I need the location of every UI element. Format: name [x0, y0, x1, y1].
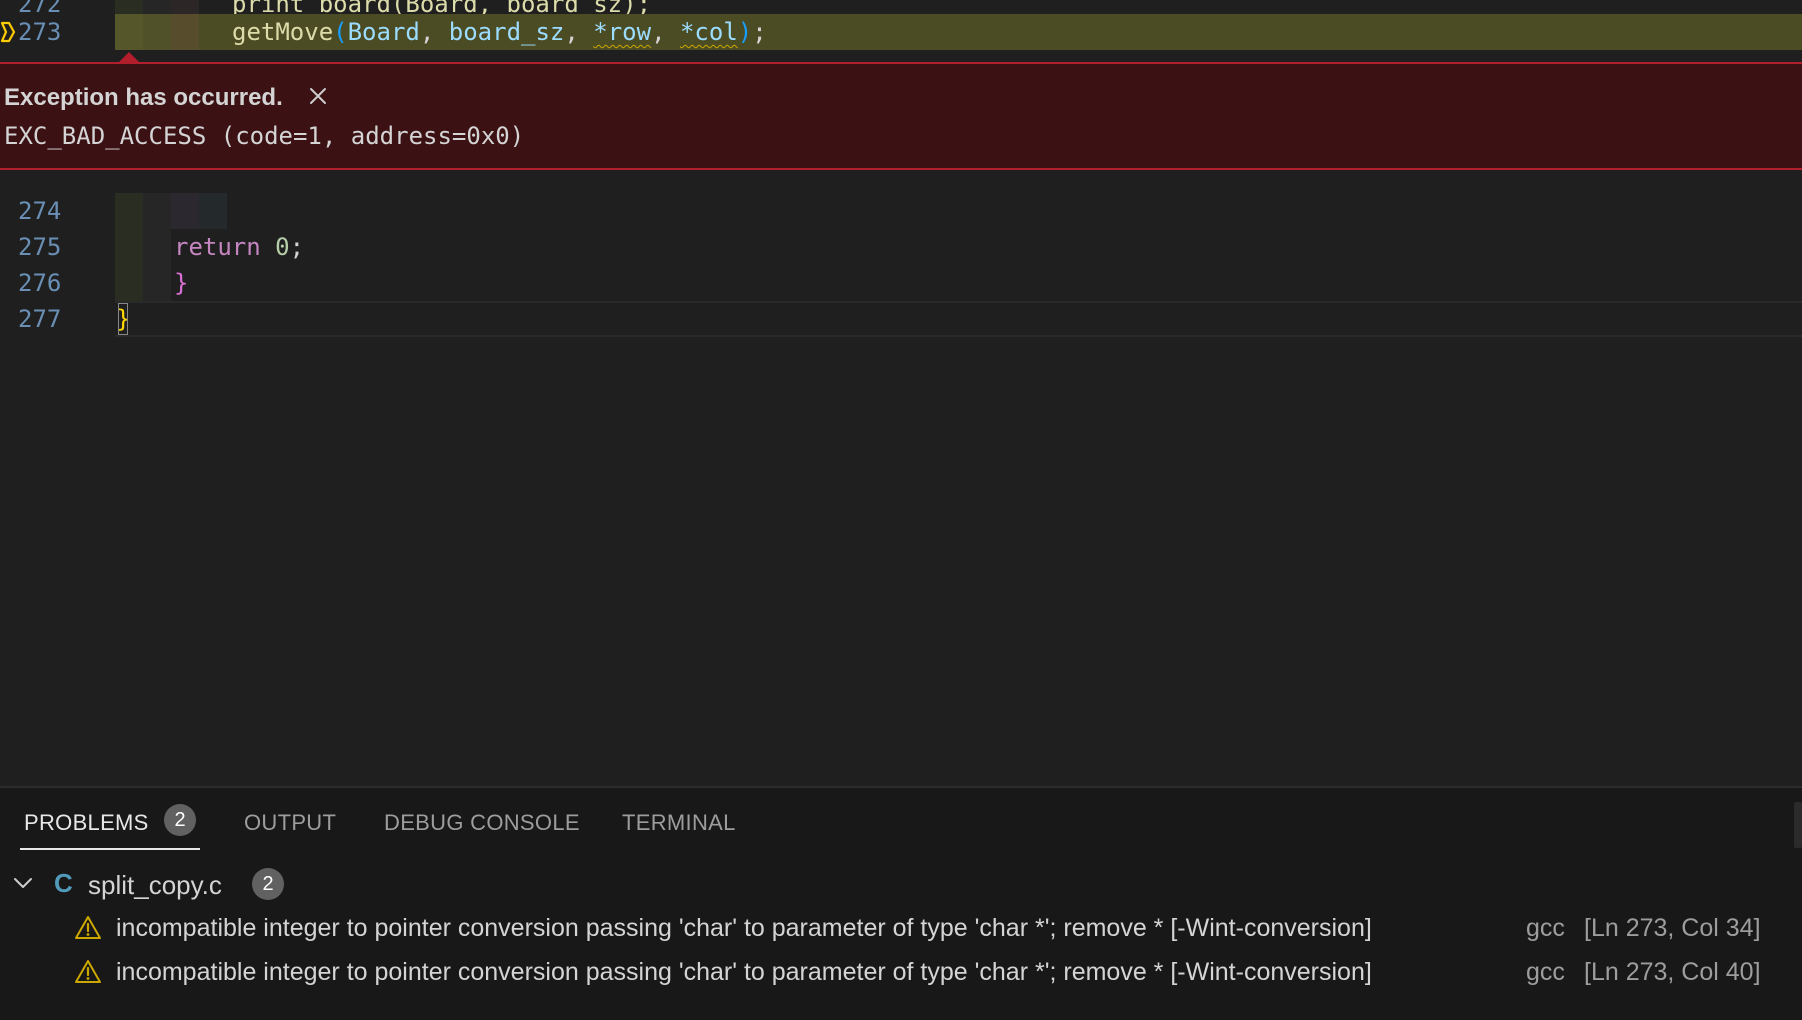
- code-line-274[interactable]: 274: [0, 193, 1802, 229]
- chevron-down-icon[interactable]: [12, 872, 34, 894]
- panel-scrollbar[interactable]: [1794, 802, 1802, 848]
- indent-guide: [115, 14, 143, 50]
- exception-title: Exception has occurred.: [4, 84, 283, 111]
- line-number: 275: [18, 233, 62, 261]
- tab-terminal[interactable]: TERMINAL: [622, 810, 736, 836]
- indent-guide: [171, 193, 199, 229]
- exception-pointer: [118, 52, 140, 63]
- warning-squiggle: *row: [593, 18, 652, 46]
- indent-guide: [115, 265, 143, 301]
- code-text: }: [116, 301, 130, 337]
- code-line-276[interactable]: 276 }: [0, 265, 1802, 301]
- code-text: getMove(Board, board_sz, *row, *col);: [232, 18, 767, 46]
- indent-guide: [143, 265, 171, 301]
- file-name: split_copy.c: [88, 870, 222, 900]
- problem-source: gcc: [1526, 958, 1565, 986]
- code-line-277[interactable]: 277 }: [0, 301, 1802, 337]
- code-line-273[interactable]: 273 getMove(Board, board_sz, *row, *col)…: [0, 14, 1802, 50]
- problem-item[interactable]: incompatible integer to pointer conversi…: [0, 952, 1802, 992]
- problem-location: [Ln 273, Col 34]: [1584, 914, 1761, 942]
- problem-file-group[interactable]: C split_copy.c 2: [0, 864, 1802, 904]
- code-text: return 0;: [174, 233, 305, 261]
- c-file-icon: C: [54, 868, 73, 898]
- indent-guide: [143, 14, 171, 50]
- problem-location: [Ln 273, Col 40]: [1584, 958, 1761, 986]
- exception-detail: EXC_BAD_ACCESS (code=1, address=0x0): [4, 122, 525, 150]
- indent-guide: [171, 14, 199, 50]
- problem-item[interactable]: incompatible integer to pointer conversi…: [0, 908, 1802, 948]
- indent-guide: [115, 229, 143, 265]
- warning-icon: [75, 916, 101, 939]
- warning-squiggle: *col: [679, 18, 738, 46]
- indent-guide: [115, 193, 143, 229]
- file-problem-count-badge: 2: [252, 868, 284, 900]
- problems-count-badge: 2: [164, 804, 196, 836]
- active-tab-indicator: [20, 848, 200, 850]
- problem-source: gcc: [1526, 914, 1565, 942]
- exception-widget: Exception has occurred. EXC_BAD_ACCESS (…: [0, 52, 1802, 170]
- warning-icon: [75, 960, 101, 983]
- tab-debug-console[interactable]: DEBUG CONSOLE: [384, 810, 580, 836]
- line-number: 274: [18, 197, 62, 225]
- tab-output[interactable]: OUTPUT: [244, 810, 336, 836]
- indent-guide: [143, 193, 171, 229]
- code-line-275[interactable]: 275 return 0;: [0, 229, 1802, 265]
- line-number: 273: [18, 18, 62, 46]
- line-number: 276: [18, 269, 62, 297]
- code-editor[interactable]: 272 print_board(Board, board_sz); 273 ge…: [0, 0, 1802, 786]
- indent-guide: [143, 229, 171, 265]
- debug-stop-arrow-icon: [0, 21, 16, 43]
- line-number: 277: [18, 305, 62, 333]
- problem-message: incompatible integer to pointer conversi…: [116, 958, 1372, 986]
- tab-problems[interactable]: PROBLEMS: [24, 810, 149, 836]
- code-text: }: [174, 269, 189, 297]
- problem-message: incompatible integer to pointer conversi…: [116, 914, 1372, 942]
- close-icon[interactable]: [306, 84, 330, 108]
- indent-guide: [199, 193, 227, 229]
- bottom-panel: PROBLEMS 2 OUTPUT DEBUG CONSOLE TERMINAL…: [0, 786, 1802, 1020]
